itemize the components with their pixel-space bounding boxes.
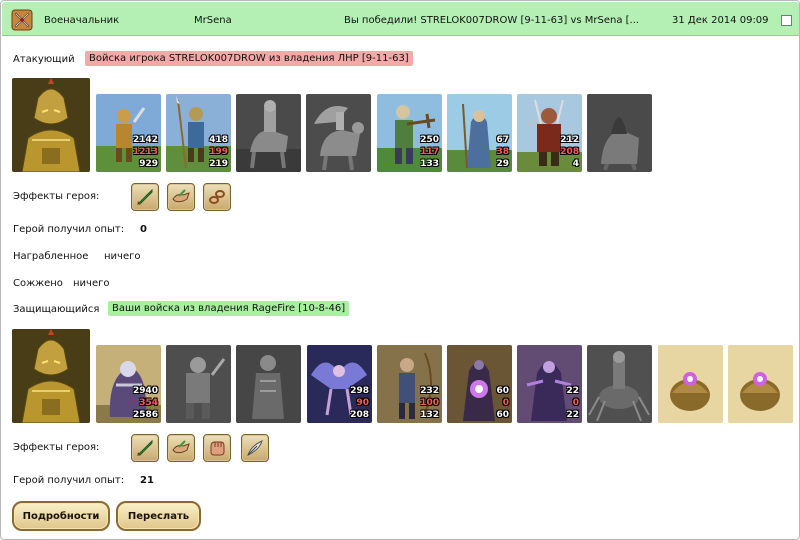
details-button[interactable]: Подробности [12,501,110,531]
defender-exp-value: 21 [140,475,154,486]
defender-unit-barbarian[interactable] [166,345,231,423]
report-category: Военачальник [44,15,120,26]
unit-lost: 354 [139,398,158,408]
unit-left: 219 [209,159,228,169]
unit-total: 250 [420,135,439,145]
battle-report-window: Военачальник MrSena Вы победили! STRELOK… [0,0,800,540]
attacker-unit-pegasus-rider[interactable] [306,94,371,172]
defender-unit-magician[interactable]: 60 0 60 [447,345,512,423]
unit-total: 232 [420,386,439,396]
attacker-unit-samurai[interactable]: 212 208 4 [517,94,582,172]
attacker-unit-monk[interactable]: 67 38 29 [447,94,512,172]
attacker-exp-label: Герой получил опыт: [13,224,125,235]
defender-unit-warlord[interactable] [236,345,301,423]
attacker-unit-sword-soldier[interactable]: 2142 1213 929 [96,94,161,172]
unit-lost: 38 [496,147,509,157]
unit-total: 2142 [132,135,158,145]
unit-left: 208 [350,410,369,420]
defender-troops-title[interactable]: Ваши войска из владения RageFire [10-8-4… [108,301,350,316]
attacker-label: Атакующий [13,54,75,65]
feather-blade-icon[interactable] [241,434,269,462]
fist-icon[interactable] [203,434,231,462]
unit-lost: 117 [420,147,439,157]
unit-total: 212 [560,135,579,145]
unit-left: 4 [572,159,579,169]
shield-hands-icon[interactable] [167,434,195,462]
unit-lost: 1213 [132,147,158,157]
unit-lost: 208 [560,147,579,157]
defender-unit-armored-beast[interactable]: 2940 354 2586 [96,345,161,423]
attacker-hero-portrait[interactable] [12,78,90,172]
attacker-unit-spearman[interactable]: 418 199 219 [166,94,231,172]
looted-value: ничего [104,251,141,262]
defender-unit-crystal-shell[interactable] [658,345,723,423]
attacker-effects-label: Эффекты героя: [13,191,100,202]
shield-hands-icon[interactable] [167,183,195,211]
select-checkbox[interactable] [781,15,792,26]
unit-total: 2940 [132,386,158,396]
defender-unit-dark-mage[interactable]: 22 0 22 [517,345,582,423]
report-header[interactable]: Военачальник MrSena Вы победили! STRELOK… [2,2,799,36]
battle-swords-icon [11,9,33,31]
green-sword-icon[interactable] [131,434,159,462]
unit-left: 133 [420,159,439,169]
unit-total: 67 [496,135,509,145]
burned-label: Сожжено [13,278,63,289]
unit-left: 2586 [132,410,158,420]
unit-total: 60 [496,386,509,396]
defender-unit-harpy[interactable]: 298 90 208 [307,345,372,423]
unit-total: 22 [566,386,579,396]
defender-hero-portrait[interactable] [12,329,90,423]
attacker-unit-dark-rider[interactable] [587,94,652,172]
unit-total: 298 [350,386,369,396]
unit-lost: 90 [356,398,369,408]
attacker-unit-crossbowman[interactable]: 250 117 133 [377,94,442,172]
looted-label: Награбленное [13,251,89,262]
unit-left: 132 [420,410,439,420]
unit-lost: 0 [502,398,509,408]
attacker-unit-knight[interactable] [236,94,301,172]
attacker-troops-title[interactable]: Войска игрока STRELOK007DROW из владения… [85,51,413,66]
forward-button[interactable]: Переслать [116,501,201,531]
defender-exp-label: Герой получил опыт: [13,475,125,486]
defender-unit-crystal-shell[interactable] [728,345,793,423]
unit-left: 22 [566,410,579,420]
link-chain-icon[interactable] [203,183,231,211]
burned-value: ничего [73,278,110,289]
defender-unit-spider-rider[interactable] [587,345,652,423]
green-sword-icon[interactable] [131,183,159,211]
attacker-exp-value: 0 [140,224,147,235]
unit-lost: 0 [572,398,579,408]
report-player: MrSena [194,15,232,26]
unit-left: 60 [496,410,509,420]
unit-total: 418 [209,135,228,145]
unit-lost: 199 [209,147,228,157]
unit-left: 929 [139,159,158,169]
unit-left: 29 [496,159,509,169]
report-date: 31 Дек 2014 09:09 [672,15,769,26]
defender-unit-archer[interactable]: 232 100 132 [377,345,442,423]
defender-label: Защищающийся [13,304,100,315]
report-title: Вы победили! STRELOK007DROW [9-11-63] vs… [344,15,640,26]
unit-lost: 100 [420,398,439,408]
defender-effects-label: Эффекты героя: [13,442,100,453]
